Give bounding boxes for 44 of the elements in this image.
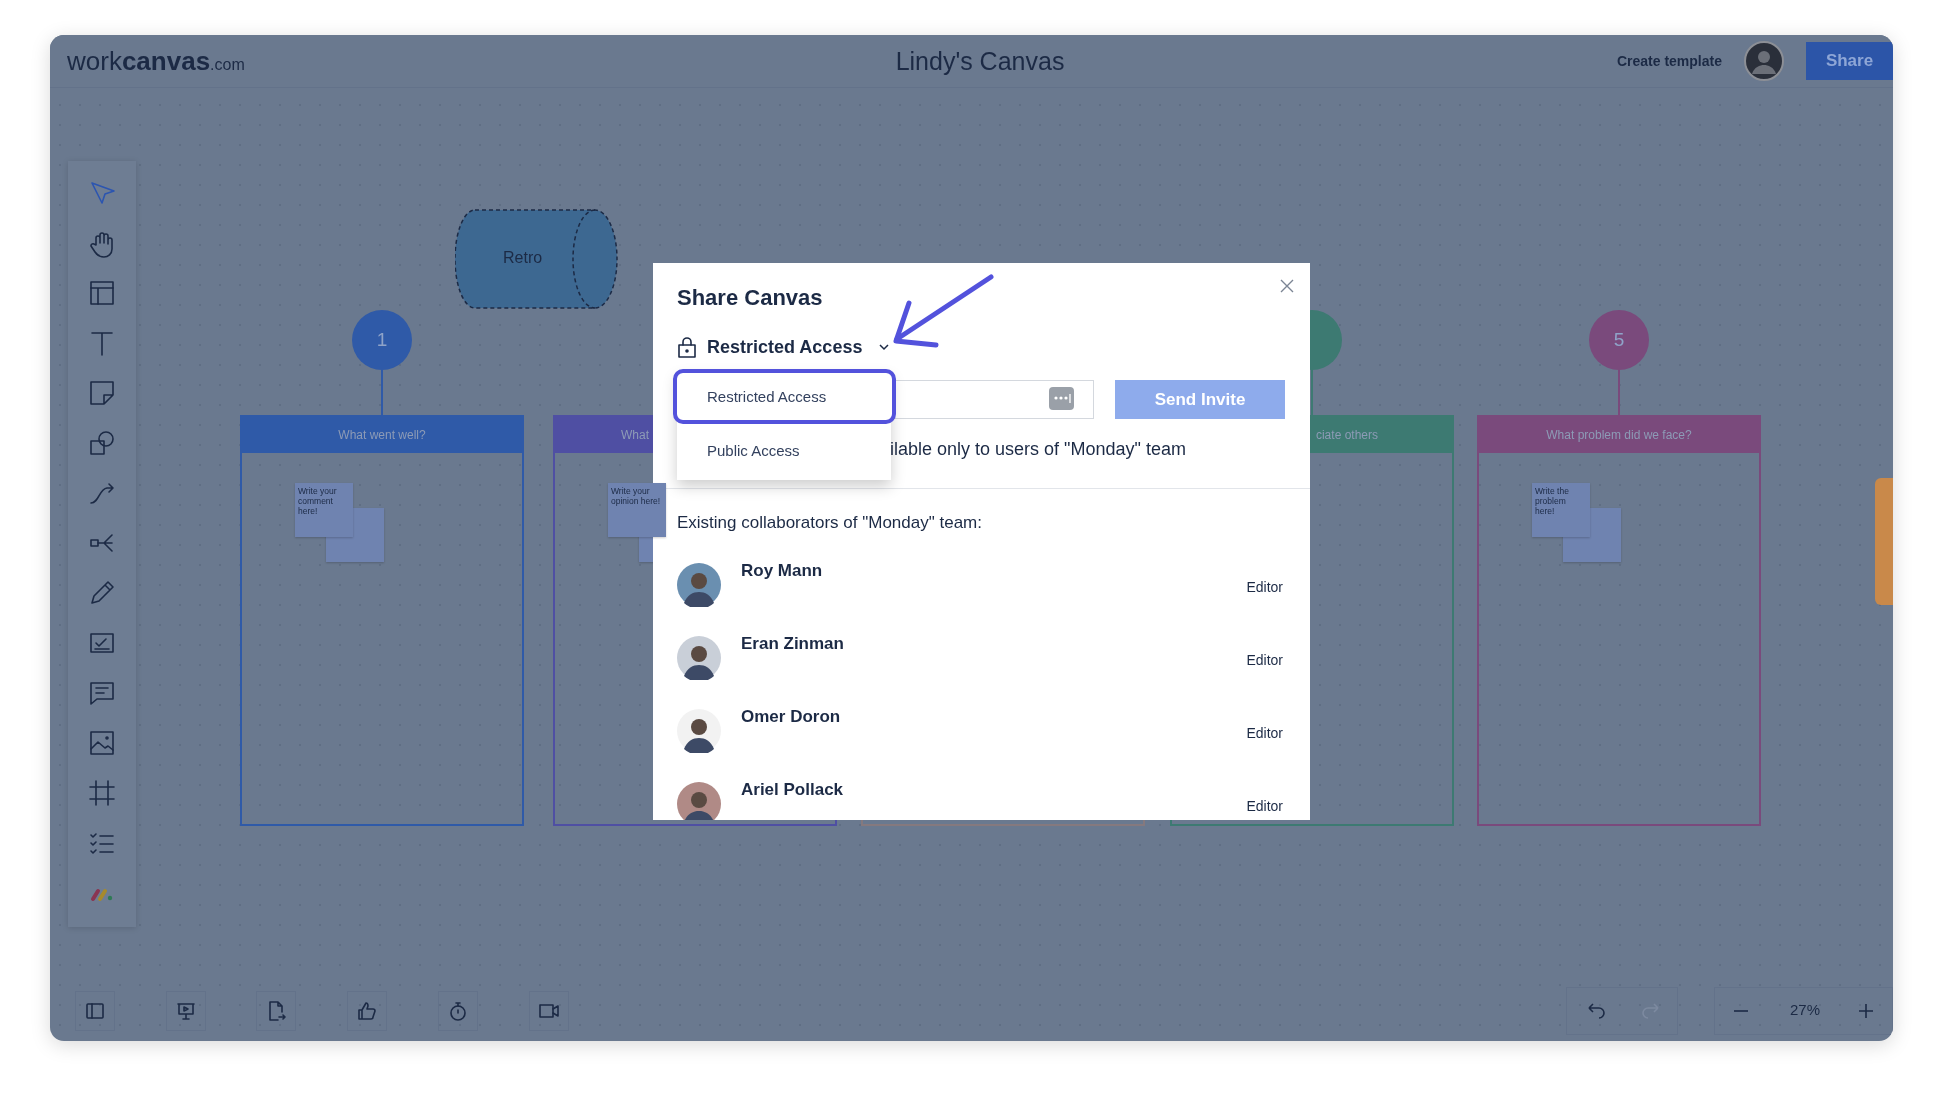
sticky-note: Write your comment here! (295, 483, 353, 537)
canvas-title: Lindy's Canvas (895, 46, 1065, 76)
sidebar-button[interactable] (75, 991, 115, 1031)
number-circle: 5 (1589, 310, 1649, 370)
thumbs-up-button[interactable] (347, 991, 387, 1031)
column-header: What went well? (242, 417, 522, 453)
collaborators-heading: Existing collaborators of "Monday" team: (677, 513, 982, 533)
lock-icon (677, 336, 697, 358)
avatar-icon (677, 782, 721, 820)
export-button[interactable] (256, 991, 296, 1031)
role-label: Editor (1246, 725, 1283, 741)
send-invite-button[interactable]: Send Invite (1115, 380, 1285, 419)
share-button[interactable]: Share (1806, 42, 1893, 80)
frame-icon[interactable] (86, 777, 118, 809)
logo[interactable]: workcanvas.com (67, 45, 245, 77)
minus-icon (1733, 1010, 1749, 1012)
thumbs-up-icon (355, 999, 379, 1023)
video-button[interactable] (529, 991, 569, 1031)
sticky-note: Write your opinion here! (608, 483, 666, 537)
zoom-level: 27% (1789, 1001, 1821, 1018)
avatar-icon (677, 709, 721, 753)
collaborator-name: Omer Doron (741, 707, 842, 727)
menu-item[interactable]: Restricted Access (673, 369, 896, 424)
avatar-icon (677, 563, 721, 607)
collaborator-name: Eran Zinman (741, 634, 845, 654)
create-template-link[interactable]: Create template (1616, 53, 1722, 69)
role-label: Editor (1246, 798, 1283, 814)
collaborator-name: Ariel Pollack (741, 780, 845, 800)
access-dropdown[interactable]: Restricted Access (677, 336, 891, 358)
timer-button[interactable] (438, 991, 478, 1031)
dialog-title: Share Canvas (677, 285, 823, 311)
presentation-button[interactable] (166, 991, 206, 1031)
role-label: Editor (1246, 579, 1283, 595)
column-header: What problem did we face? (1479, 417, 1759, 453)
number-circle: 1 (352, 310, 412, 370)
chevron-down-icon (878, 341, 891, 353)
close-icon[interactable] (1280, 279, 1294, 293)
shape-label: Retro (503, 249, 543, 267)
collaborator-name: Roy Mann (741, 561, 824, 581)
avatar-icon (677, 636, 721, 680)
sticky-note: Write the problem here! (1532, 483, 1590, 537)
role-label: Editor (1246, 652, 1283, 668)
avatar-icon[interactable] (1744, 41, 1784, 81)
more-icon[interactable] (1049, 387, 1074, 410)
